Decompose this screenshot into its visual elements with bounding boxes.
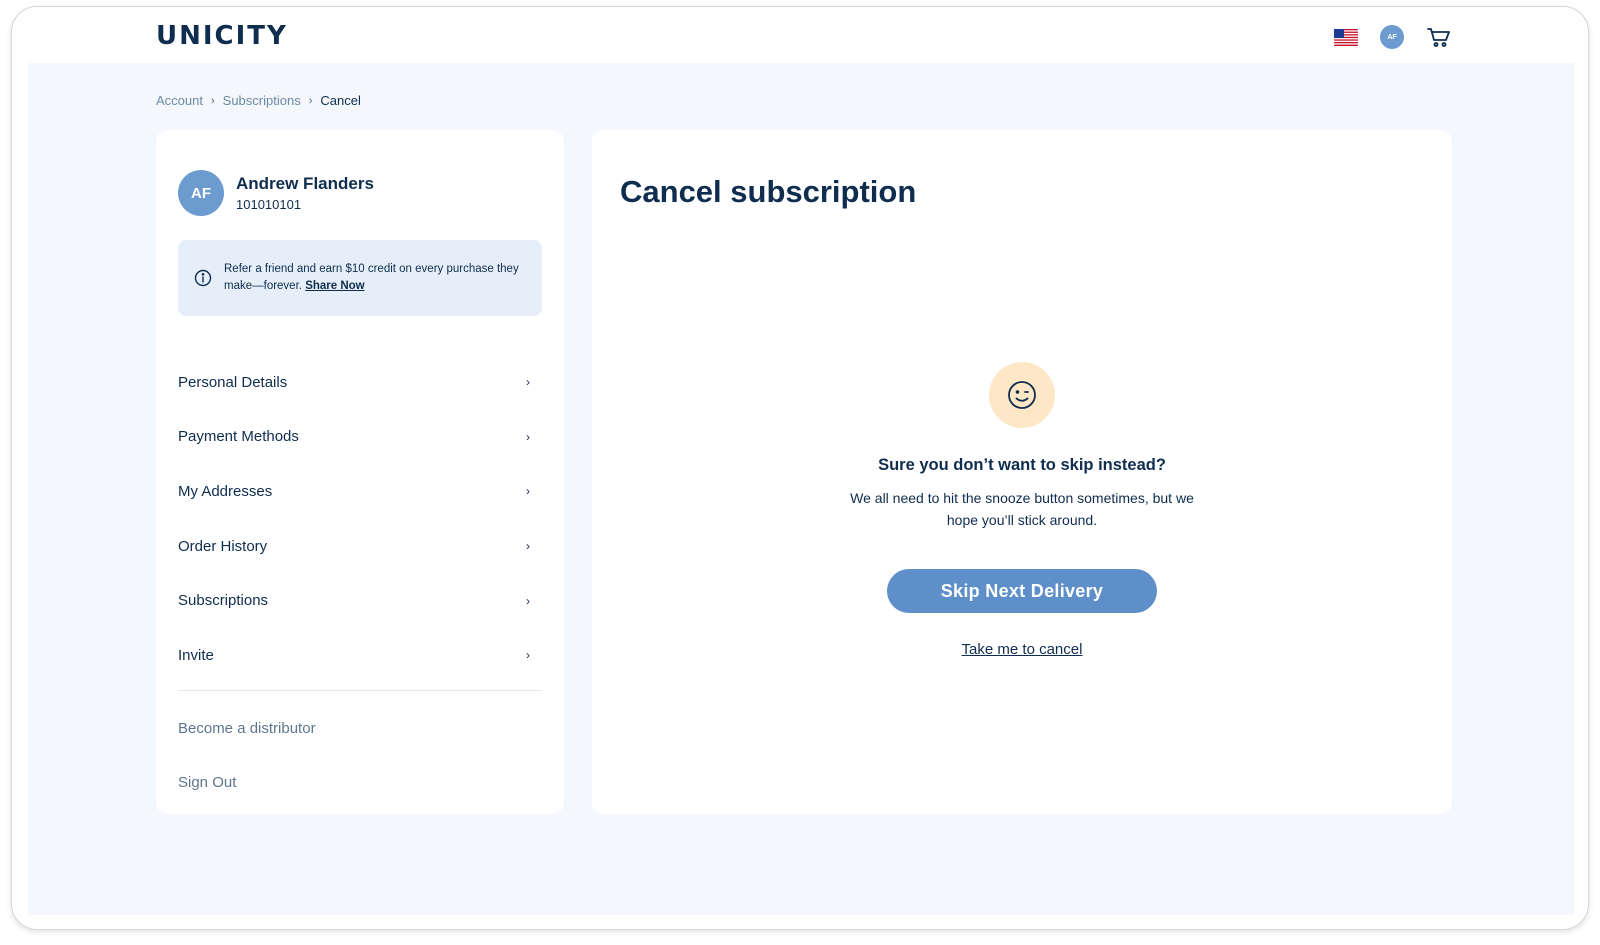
wink-face-icon: [989, 362, 1055, 428]
referral-message: Refer a friend and earn $10 credit on ev…: [224, 263, 519, 292]
chevron-right-icon: ›: [526, 648, 530, 663]
sidebar-item-label: Personal Details: [178, 373, 288, 391]
unicity-logo[interactable]: UNICITY: [156, 21, 288, 51]
sidebar-item-label: Order History: [178, 537, 268, 555]
chevron-right-icon: ›: [526, 429, 530, 444]
share-now-link[interactable]: Share Now: [305, 280, 364, 292]
chevron-right-icon: ›: [526, 484, 530, 499]
header-actions: AF: [1334, 25, 1452, 49]
sidebar-item-label: My Addresses: [178, 482, 273, 500]
referral-text: Refer a friend and earn $10 credit on ev…: [224, 261, 526, 295]
sidebar-item-payment-methods[interactable]: Payment Methods ›: [178, 410, 542, 465]
chevron-right-icon: ›: [526, 375, 530, 390]
referral-banner: Refer a friend and earn $10 credit on ev…: [178, 240, 542, 316]
page-title: Cancel subscription: [620, 174, 917, 209]
account-sidebar: AF Andrew Flanders 101010101 Refer a fri…: [156, 130, 564, 814]
take-me-to-cancel-link[interactable]: Take me to cancel: [962, 641, 1083, 658]
account-nav: Personal Details › Payment Methods › My …: [178, 355, 542, 683]
us-flag-icon[interactable]: [1334, 28, 1358, 46]
breadcrumb-cancel: Cancel: [320, 93, 361, 108]
sidebar-item-label: Subscriptions: [178, 592, 269, 610]
sidebar-item-invite[interactable]: Invite ›: [178, 628, 542, 683]
cart-icon[interactable]: [1426, 26, 1452, 48]
breadcrumb: Account › Subscriptions › Cancel: [156, 93, 361, 108]
breadcrumb-separator: ›: [308, 94, 313, 107]
user-avatar-button[interactable]: AF: [1380, 25, 1404, 49]
secondary-nav: Become a distributor Sign Out: [178, 701, 542, 809]
sign-out-link[interactable]: Sign Out: [178, 755, 542, 809]
profile-name: Andrew Flanders: [236, 174, 374, 193]
sidebar-item-my-addresses[interactable]: My Addresses ›: [178, 464, 542, 519]
profile-summary: AF Andrew Flanders 101010101: [178, 170, 374, 216]
sidebar-item-label: Payment Methods: [178, 428, 299, 446]
skip-next-delivery-button[interactable]: Skip Next Delivery: [887, 569, 1157, 613]
breadcrumb-account[interactable]: Account: [156, 93, 203, 108]
info-icon: [194, 269, 212, 287]
skip-question: Sure you don’t want to skip instead?: [878, 456, 1166, 474]
chevron-right-icon: ›: [526, 593, 530, 608]
skip-prompt: Sure you don’t want to skip instead? We …: [592, 362, 1452, 658]
sidebar-item-order-history[interactable]: Order History ›: [178, 519, 542, 574]
sidebar-item-subscriptions[interactable]: Subscriptions ›: [178, 573, 542, 628]
sidebar-divider: [178, 690, 542, 691]
breadcrumb-subscriptions[interactable]: Subscriptions: [223, 93, 301, 108]
sidebar-item-label: Invite: [178, 646, 214, 664]
page-content: Account › Subscriptions › Cancel AF Andr…: [28, 63, 1574, 915]
top-navigation-bar: UNICITY AF: [12, 7, 1588, 63]
avatar: AF: [178, 170, 224, 216]
chevron-right-icon: ›: [526, 539, 530, 554]
become-distributor-link[interactable]: Become a distributor: [178, 701, 542, 755]
breadcrumb-separator: ›: [210, 94, 215, 107]
profile-id: 101010101: [236, 197, 302, 212]
sidebar-item-personal-details[interactable]: Personal Details ›: [178, 355, 542, 410]
skip-description: We all need to hit the snooze button som…: [850, 490, 1194, 528]
cancel-subscription-panel: Cancel subscription Sure you don’t want …: [592, 130, 1452, 814]
browser-window: UNICITY AF Account › Subscriptions › Can…: [11, 6, 1589, 930]
